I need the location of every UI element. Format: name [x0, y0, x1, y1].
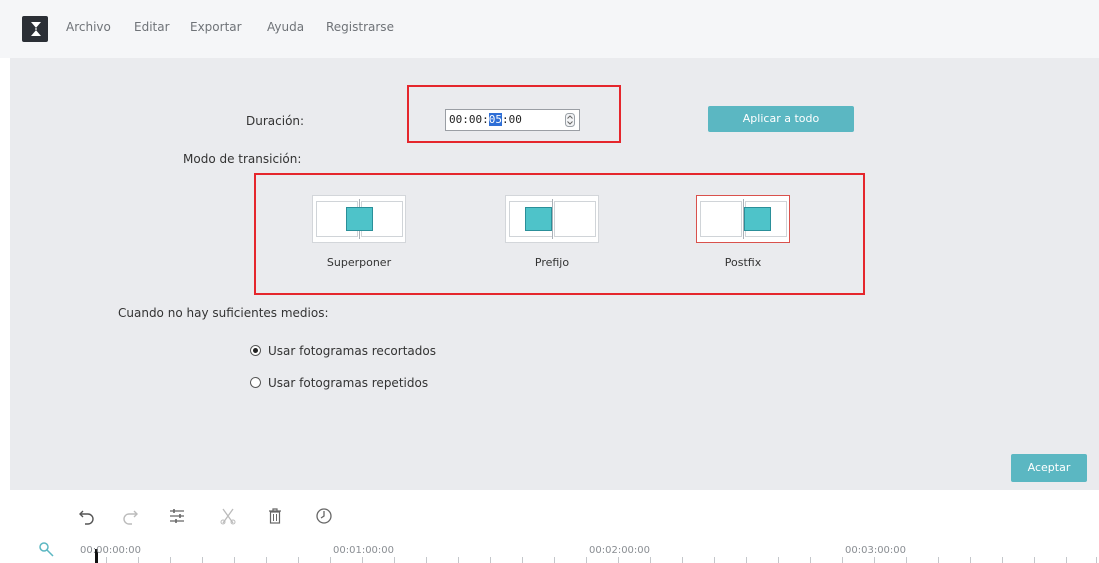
duration-value-suffix: :00: [502, 113, 522, 126]
ruler-tick: [522, 557, 523, 563]
menu-bar: Archivo Editar Exportar Ayuda Registrars…: [0, 0, 1099, 58]
mode-postfix-label: Postfix: [724, 256, 762, 269]
radio-trimmed-frames[interactable]: Usar fotogramas recortados: [250, 344, 480, 360]
ruler-tick: [394, 557, 395, 563]
prefix-transition-icon: [525, 207, 552, 231]
ruler-tick: [1034, 557, 1035, 563]
cut-line: [552, 199, 553, 239]
ruler-tick: [586, 557, 587, 563]
menu-archivo[interactable]: Archivo: [66, 20, 111, 34]
ruler-tick: [554, 557, 555, 563]
spinner-icon[interactable]: [565, 113, 575, 127]
ruler-tick: [298, 557, 299, 563]
ruler-tick: [490, 557, 491, 563]
duration-value-prefix: 00:00:: [449, 113, 489, 126]
delete-icon[interactable]: [265, 506, 285, 526]
menu-editar[interactable]: Editar: [134, 20, 170, 34]
duration-input[interactable]: 00:00:05:00: [445, 109, 580, 131]
ruler-tick: [458, 557, 459, 563]
ruler-tick: [1066, 557, 1067, 563]
ruler-tick: [1096, 557, 1097, 563]
menu-exportar[interactable]: Exportar: [190, 20, 242, 34]
ruler-tick: [938, 557, 939, 563]
ruler-tick: [170, 557, 171, 563]
clip-a: [700, 201, 742, 237]
ruler-tick: [778, 557, 779, 563]
postfix-transition-icon: [744, 207, 771, 231]
redo-icon[interactable]: [120, 506, 140, 526]
ruler-tick: [842, 557, 843, 563]
menu-registrarse[interactable]: Registrarse: [326, 20, 394, 34]
ruler-tick: [874, 557, 875, 563]
ruler-tick: [362, 557, 363, 563]
ruler-tick: [106, 557, 107, 563]
mode-superponer-label: Superponer: [326, 256, 392, 269]
ruler-tick: [682, 557, 683, 563]
ruler-tick: [746, 557, 747, 563]
ruler-tick: [138, 557, 139, 563]
mode-postfix-option[interactable]: [696, 195, 790, 243]
insufficient-media-label: Cuando no hay suficientes medios:: [118, 306, 329, 320]
ruler-tick: [234, 557, 235, 563]
timecode-label: 00:02:00:00: [589, 545, 651, 556]
overlap-transition-icon: [346, 207, 373, 231]
ruler-tick: [970, 557, 971, 563]
duration-value-selected: 05: [488, 113, 502, 126]
apply-to-all-button[interactable]: Aplicar a todo: [708, 106, 854, 132]
timeline-zoom-icon[interactable]: [38, 541, 56, 559]
radio-trimmed-label: Usar fotogramas recortados: [268, 344, 436, 358]
transition-mode-label: Modo de transición:: [183, 152, 302, 166]
ruler-tick: [1002, 557, 1003, 563]
ruler-tick: [202, 557, 203, 563]
ruler-tick: [266, 557, 267, 563]
radio-checked-icon: [250, 345, 261, 356]
duration-label: Duración:: [246, 114, 305, 128]
mode-prefijo-label: Prefijo: [534, 256, 570, 269]
radio-repeated-label: Usar fotogramas repetidos: [268, 376, 429, 390]
adjust-icon[interactable]: [167, 506, 187, 526]
radio-repeated-frames[interactable]: Usar fotogramas repetidos: [250, 376, 480, 392]
ruler-tick: [906, 557, 907, 563]
ruler-tick: [330, 557, 331, 563]
ruler-tick: [618, 557, 619, 563]
timeline-ruler[interactable]: [0, 538, 1099, 563]
ruler-tick: [714, 557, 715, 563]
ruler-tick: [810, 557, 811, 563]
clip-b: [554, 201, 596, 237]
timecode-label: 00:00:00:00: [80, 545, 142, 556]
mode-superponer-option[interactable]: [312, 195, 406, 243]
undo-icon[interactable]: [77, 506, 97, 526]
cut-icon[interactable]: [218, 506, 238, 526]
speed-icon[interactable]: [314, 506, 334, 526]
radio-unchecked-icon: [250, 377, 261, 388]
mode-prefijo-option[interactable]: [505, 195, 599, 243]
timecode-label: 00:03:00:00: [845, 545, 907, 556]
app-logo-icon[interactable]: [22, 16, 48, 42]
ruler-tick: [650, 557, 651, 563]
ruler-tick: [426, 557, 427, 563]
timecode-label: 00:01:00:00: [333, 545, 395, 556]
menu-ayuda[interactable]: Ayuda: [267, 20, 304, 34]
accept-button[interactable]: Aceptar: [1011, 454, 1087, 482]
